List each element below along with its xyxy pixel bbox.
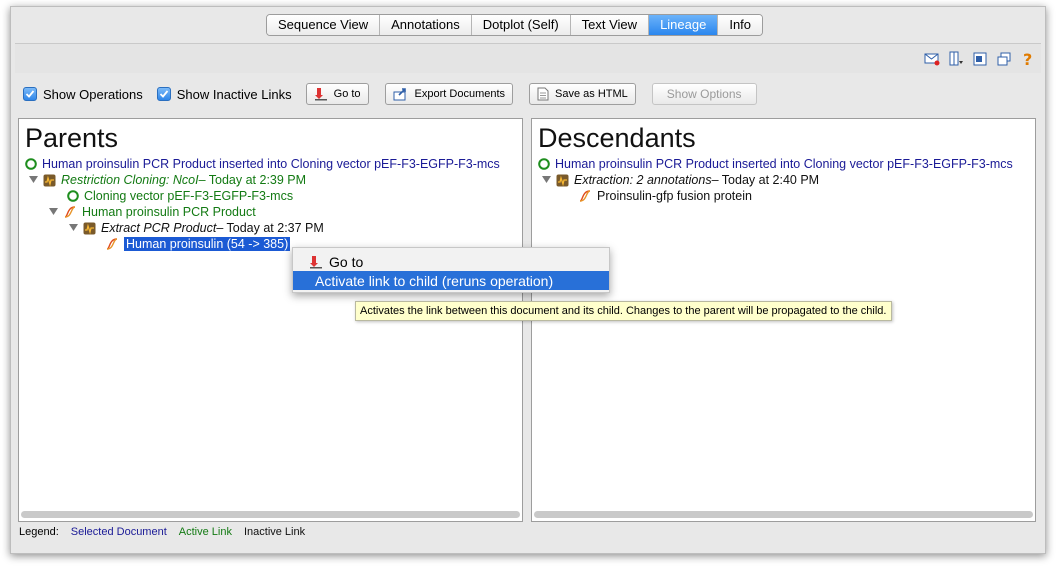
help-icon[interactable]: ? bbox=[1019, 50, 1037, 68]
legend-label: Legend: bbox=[19, 526, 59, 538]
tab-sequence-view[interactable]: Sequence View bbox=[267, 15, 381, 35]
operation-name: Extraction: 2 annotations bbox=[574, 173, 712, 187]
node-label: Human proinsulin PCR Product bbox=[82, 205, 256, 219]
goto-icon bbox=[314, 87, 328, 101]
dna-icon bbox=[63, 205, 77, 219]
export-icon bbox=[393, 87, 409, 101]
legend-active-link: Active Link bbox=[178, 526, 232, 538]
horizontal-scrollbar[interactable] bbox=[21, 511, 520, 518]
tree-node-root-document[interactable]: Human proinsulin PCR Product inserted in… bbox=[25, 157, 500, 171]
document-circle-icon bbox=[25, 158, 37, 170]
svg-text:?: ? bbox=[1023, 50, 1032, 68]
node-label: Human proinsulin (54 -> 385) bbox=[124, 237, 291, 251]
export-documents-button[interactable]: Export Documents bbox=[384, 83, 514, 105]
document-icon bbox=[537, 87, 549, 101]
legend: Legend: Selected Document Active Link In… bbox=[19, 526, 317, 538]
operation-time: – Today at 2:37 PM bbox=[216, 221, 324, 235]
parents-title: Parents bbox=[25, 123, 119, 153]
save-as-html-label: Save as HTML bbox=[555, 88, 628, 100]
top-strip: ? bbox=[15, 43, 1041, 73]
menu-item-goto-label: Go to bbox=[329, 253, 364, 270]
operation-icon bbox=[556, 174, 569, 187]
tab-info[interactable]: Info bbox=[718, 15, 763, 35]
show-inactive-links-label: Show Inactive Links bbox=[176, 86, 292, 102]
restore-icon[interactable] bbox=[995, 50, 1013, 68]
checkbox-checked-icon bbox=[156, 87, 171, 101]
goto-button[interactable]: Go to bbox=[305, 83, 369, 105]
tooltip: Activates the link between this document… bbox=[355, 301, 892, 321]
goto-icon bbox=[309, 255, 323, 269]
operation-name: Restriction Cloning: NcoI bbox=[61, 173, 199, 187]
tree-node-operation[interactable]: Restriction Cloning: NcoI – Today at 2:3… bbox=[27, 173, 306, 187]
tree-node-document[interactable]: Cloning vector pEF-F3-EGFP-F3-mcs bbox=[67, 189, 293, 203]
dna-icon bbox=[105, 237, 119, 251]
minimize-icon[interactable] bbox=[971, 50, 989, 68]
operation-icon bbox=[43, 174, 56, 187]
operation-time: – Today at 2:39 PM bbox=[198, 173, 307, 187]
menu-item-goto[interactable]: Go to bbox=[293, 252, 609, 271]
goto-label: Go to bbox=[333, 88, 361, 100]
tab-text-view[interactable]: Text View bbox=[570, 15, 650, 35]
tab-annotations[interactable]: Annotations bbox=[380, 15, 472, 35]
checkbox-checked-icon bbox=[23, 87, 37, 101]
view-icons: ? bbox=[923, 50, 1037, 68]
operation-icon bbox=[83, 222, 96, 235]
node-label: Cloning vector pEF-F3-EGFP-F3-mcs bbox=[84, 189, 294, 203]
document-circle-icon bbox=[538, 158, 550, 170]
tree-node-document[interactable]: Human proinsulin PCR Product bbox=[47, 205, 256, 219]
expand-triangle-icon[interactable] bbox=[540, 176, 552, 184]
show-inactive-links-checkbox[interactable]: Show Inactive Links bbox=[156, 86, 292, 102]
context-menu: Go to Activate link to child (reruns ope… bbox=[292, 247, 610, 293]
node-label: Proinsulin-gfp fusion protein bbox=[597, 189, 752, 203]
save-as-html-button[interactable]: Save as HTML bbox=[529, 83, 636, 105]
expand-triangle-icon[interactable] bbox=[47, 208, 59, 216]
operation-name: Extract PCR Product bbox=[101, 221, 217, 235]
legend-selected-document: Selected Document bbox=[70, 526, 167, 538]
node-label: Human proinsulin PCR Product inserted in… bbox=[42, 157, 500, 171]
horizontal-scrollbar[interactable] bbox=[534, 511, 1033, 518]
tree-node-root-document[interactable]: Human proinsulin PCR Product inserted in… bbox=[538, 157, 1013, 171]
show-operations-label: Show Operations bbox=[43, 86, 143, 102]
expand-triangle-icon[interactable] bbox=[27, 176, 39, 184]
expand-triangle-icon[interactable] bbox=[67, 224, 79, 232]
split-view-icon[interactable] bbox=[947, 50, 965, 68]
tree-node-operation[interactable]: Extraction: 2 annotations – Today at 2:4… bbox=[540, 173, 819, 187]
document-circle-icon bbox=[67, 190, 79, 202]
legend-inactive-link: Inactive Link bbox=[243, 526, 306, 538]
tree-node-document[interactable]: Proinsulin-gfp fusion protein bbox=[578, 189, 752, 203]
export-label: Export Documents bbox=[414, 88, 506, 100]
node-label: Human proinsulin PCR Product inserted in… bbox=[555, 157, 1013, 171]
lineage-toolbar: Show Operations Show Inactive Links Go t… bbox=[23, 81, 773, 107]
show-operations-checkbox[interactable]: Show Operations bbox=[23, 87, 143, 102]
descendants-title: Descendants bbox=[538, 123, 696, 153]
tree-node-operation[interactable]: Extract PCR Product – Today at 2:37 PM bbox=[67, 221, 324, 235]
tree-node-selected-document[interactable]: Human proinsulin (54 -> 385) bbox=[105, 237, 291, 251]
tab-lineage[interactable]: Lineage bbox=[649, 15, 719, 35]
menu-item-activate-link[interactable]: Activate link to child (reruns operation… bbox=[293, 271, 609, 290]
show-options-button[interactable]: Show Options bbox=[651, 83, 757, 105]
tab-dotplot[interactable]: Dotplot (Self) bbox=[471, 15, 571, 35]
operation-time: – Today at 2:40 PM bbox=[711, 173, 820, 187]
view-tabs: Sequence View Annotations Dotplot (Self)… bbox=[266, 14, 764, 36]
dna-icon bbox=[578, 189, 592, 203]
mail-icon[interactable] bbox=[923, 50, 941, 68]
